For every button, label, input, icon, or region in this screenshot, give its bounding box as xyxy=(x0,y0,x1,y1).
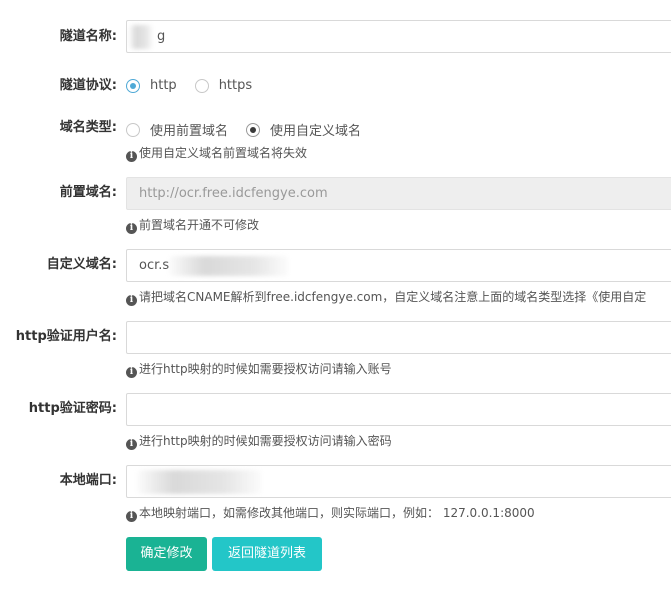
info-circle-icon: i xyxy=(126,223,137,234)
radio-unchecked-icon xyxy=(194,78,209,93)
radio-custom-domain[interactable]: 使用自定义域名 xyxy=(246,120,361,139)
radio-http[interactable]: http xyxy=(126,78,177,93)
domain-type-label: 域名类型: xyxy=(59,120,117,135)
back-to-tunnel-list-button[interactable]: 返回隧道列表 xyxy=(212,537,322,571)
info-circle-icon: i xyxy=(126,151,137,162)
protocol-label: 隧道协议: xyxy=(59,78,117,93)
http-password-label: http验证密码: xyxy=(28,401,117,416)
radio-unchecked-icon xyxy=(126,122,140,137)
protocol-radio-group: http https xyxy=(126,78,252,93)
edit-tunnel-form: 隧道名称: g 隧道协议: http https 域名类型: 使用前置域名 使用… xyxy=(0,0,671,592)
info-circle-icon: i xyxy=(126,439,137,450)
front-domain-label: 前置域名: xyxy=(59,185,117,200)
http-user-input[interactable] xyxy=(126,321,671,354)
radio-checked-icon xyxy=(246,122,261,137)
domain-type-help: i 使用自定义域名前置域名将失效 xyxy=(126,146,307,162)
tunnel-name-label: 隧道名称: xyxy=(59,29,117,44)
front-domain-help: i 前置域名开通不可修改 xyxy=(126,218,259,234)
custom-domain-value: ocr.s xyxy=(139,258,170,273)
radio-https[interactable]: https xyxy=(194,78,253,93)
redaction-blur xyxy=(169,256,289,276)
info-circle-icon: i xyxy=(126,511,137,522)
info-circle-icon: i xyxy=(126,295,137,306)
radio-front-domain[interactable]: 使用前置域名 xyxy=(126,120,228,139)
radio-http-label: http xyxy=(150,78,177,93)
tunnel-name-value: g xyxy=(157,29,166,44)
confirm-edit-button[interactable]: 确定修改 xyxy=(126,537,207,571)
radio-checked-icon xyxy=(126,78,140,93)
redaction-blur xyxy=(129,25,153,49)
radio-custom-domain-label: 使用自定义域名 xyxy=(270,124,362,139)
radio-https-label: https xyxy=(218,78,253,93)
http-user-help: i 进行http映射的时候如需要授权访问请输入账号 xyxy=(126,362,392,378)
custom-domain-label: 自定义域名: xyxy=(46,257,117,272)
tunnel-name-input[interactable]: g xyxy=(126,20,671,53)
http-user-label: http验证用户名: xyxy=(15,329,117,344)
custom-domain-input[interactable]: ocr.s xyxy=(126,249,671,282)
local-port-input[interactable] xyxy=(126,465,671,498)
custom-domain-help: i 请把域名CNAME解析到free.idcfengye.com，自定义域名注意上… xyxy=(126,290,646,306)
local-port-help: i 本地映射端口，如需修改其他端口，则实际端口，例如： 127.0.0.1:800… xyxy=(126,506,535,522)
front-domain-input: http://ocr.free.idcfengye.com xyxy=(126,177,671,210)
local-port-label: 本地端口: xyxy=(59,473,117,488)
radio-front-domain-label: 使用前置域名 xyxy=(150,124,229,139)
http-password-help: i 进行http映射的时候如需要授权访问请输入密码 xyxy=(126,434,392,450)
domain-type-radio-group: 使用前置域名 使用自定义域名 xyxy=(126,120,361,139)
front-domain-value: http://ocr.free.idcfengye.com xyxy=(139,186,328,201)
http-password-input[interactable] xyxy=(126,393,671,426)
info-circle-icon: i xyxy=(126,367,137,378)
redaction-blur xyxy=(137,470,262,494)
